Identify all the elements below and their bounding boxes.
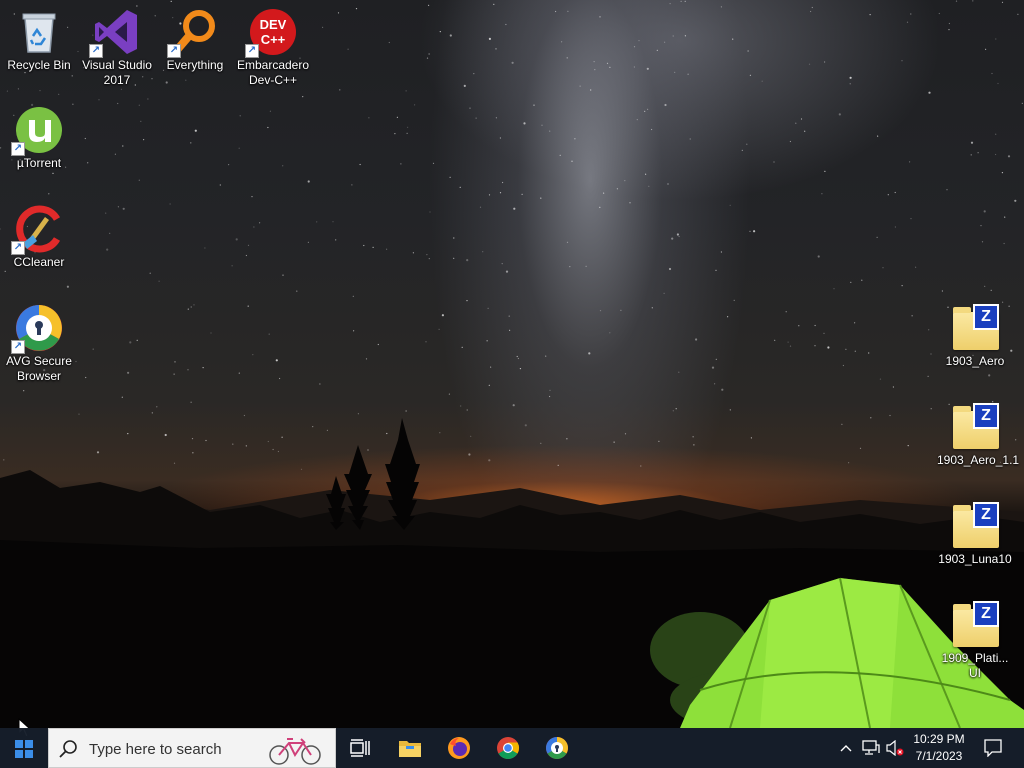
- chrome-icon: [497, 737, 519, 759]
- desktop-icon-label: 1903_Aero: [945, 354, 1005, 368]
- recycle-bin-icon: [15, 8, 63, 56]
- svg-text:C++: C++: [261, 32, 286, 47]
- desktop-icon-label: Embarcadero Dev-C++: [236, 58, 310, 87]
- task-view-icon: [350, 739, 370, 757]
- desktop-icon-label: 1903_Aero_1.1: [937, 453, 1020, 467]
- file-explorer-icon: [399, 741, 421, 757]
- desktop-icon-devcpp[interactable]: DEV C++ ↗ Embarcadero Dev-C++: [235, 4, 311, 88]
- desktop-icon-ccleaner[interactable]: ↗ CCleaner: [1, 201, 77, 270]
- desktop-wallpaper: [0, 0, 1024, 728]
- avg-browser-icon: ↗: [11, 304, 63, 354]
- ccleaner-icon: ↗: [11, 205, 63, 255]
- desktop-icon-label: 1903_Luna10: [938, 552, 1012, 566]
- desktop-icon-label: AVG Secure Browser: [6, 354, 72, 383]
- desktop-icon-recycle-bin[interactable]: Recycle Bin: [1, 4, 77, 73]
- desktop-icon-label: Everything: [166, 58, 224, 72]
- clock-time: 10:29 PM: [913, 732, 965, 746]
- wallpaper-scene: [0, 0, 1024, 728]
- avg-browser-icon: [546, 737, 568, 759]
- taskbar-clock[interactable]: 10:29 PM 7/1/2023: [902, 731, 976, 765]
- desktop-icon-visual-studio[interactable]: ↗ Visual Studio 2017: [79, 4, 155, 88]
- shortcut-arrow-icon: ↗: [11, 241, 25, 255]
- shortcut-arrow-icon: ↗: [167, 44, 181, 58]
- utorrent-icon: ↗: [11, 106, 63, 156]
- network-icon: [862, 740, 880, 755]
- shortcut-arrow-icon: ↗: [245, 44, 259, 58]
- search-icon: [59, 740, 77, 758]
- desktop-icon-label: CCleaner: [13, 255, 65, 269]
- zip-folder-icon: Z: [951, 304, 999, 352]
- desktop-icon-utorrent[interactable]: ↗ µTorrent: [1, 102, 77, 171]
- desktop-icon-label: µTorrent: [16, 156, 62, 170]
- desktop-icon-label: Recycle Bin: [7, 58, 71, 72]
- clock-date: 7/1/2023: [915, 749, 963, 763]
- start-button[interactable]: [0, 728, 48, 768]
- chevron-up-icon: [840, 745, 852, 752]
- windows-logo-icon: [15, 740, 33, 758]
- zip-folder-icon: Z: [951, 502, 999, 550]
- taskbar-firefox[interactable]: [435, 728, 483, 768]
- zip-folder-icon: Z: [951, 601, 999, 649]
- desktop-icon-1903-aero-1-1[interactable]: Z 1903_Aero_1.1: [937, 399, 1020, 468]
- devcpp-icon: DEV C++ ↗: [245, 8, 297, 58]
- shortcut-arrow-icon: ↗: [11, 340, 25, 354]
- search-input[interactable]: [87, 737, 266, 761]
- shortcut-arrow-icon: ↗: [89, 44, 103, 58]
- everything-search-icon: ↗: [167, 8, 219, 58]
- visual-studio-icon: ↗: [89, 8, 141, 58]
- action-center-button[interactable]: [978, 728, 1008, 768]
- desktop-icon-avg-browser[interactable]: ↗ AVG Secure Browser: [1, 300, 77, 384]
- network-button[interactable]: [860, 728, 882, 768]
- firefox-icon: [448, 737, 470, 759]
- taskbar-file-explorer[interactable]: [386, 728, 434, 768]
- taskbar-search-box[interactable]: [48, 728, 336, 768]
- desktop-icon-1909-platinum-ui[interactable]: Z 1909_Plati... UI: [937, 597, 1013, 681]
- show-hidden-icons-button[interactable]: [836, 728, 856, 768]
- task-view-button[interactable]: [336, 728, 384, 768]
- taskbar-chrome[interactable]: [484, 728, 532, 768]
- desktop-icon-label: 1909_Plati... UI: [941, 651, 1009, 680]
- desktop-icon-1903-aero[interactable]: Z 1903_Aero: [937, 300, 1013, 369]
- action-center-icon: [984, 739, 1002, 757]
- desktop-icon-everything[interactable]: ↗ Everything: [157, 4, 233, 73]
- taskbar: 10:29 PM 7/1/2023: [0, 728, 1024, 768]
- taskbar-avg-browser[interactable]: [533, 728, 581, 768]
- search-highlight-bicycle-icon: [269, 738, 321, 765]
- svg-text:DEV: DEV: [260, 17, 287, 32]
- zip-folder-icon: Z: [951, 403, 999, 451]
- shortcut-arrow-icon: ↗: [11, 142, 25, 156]
- desktop-icon-label: Visual Studio 2017: [82, 58, 152, 87]
- desktop-icon-1903-luna10[interactable]: Z 1903_Luna10: [937, 498, 1013, 567]
